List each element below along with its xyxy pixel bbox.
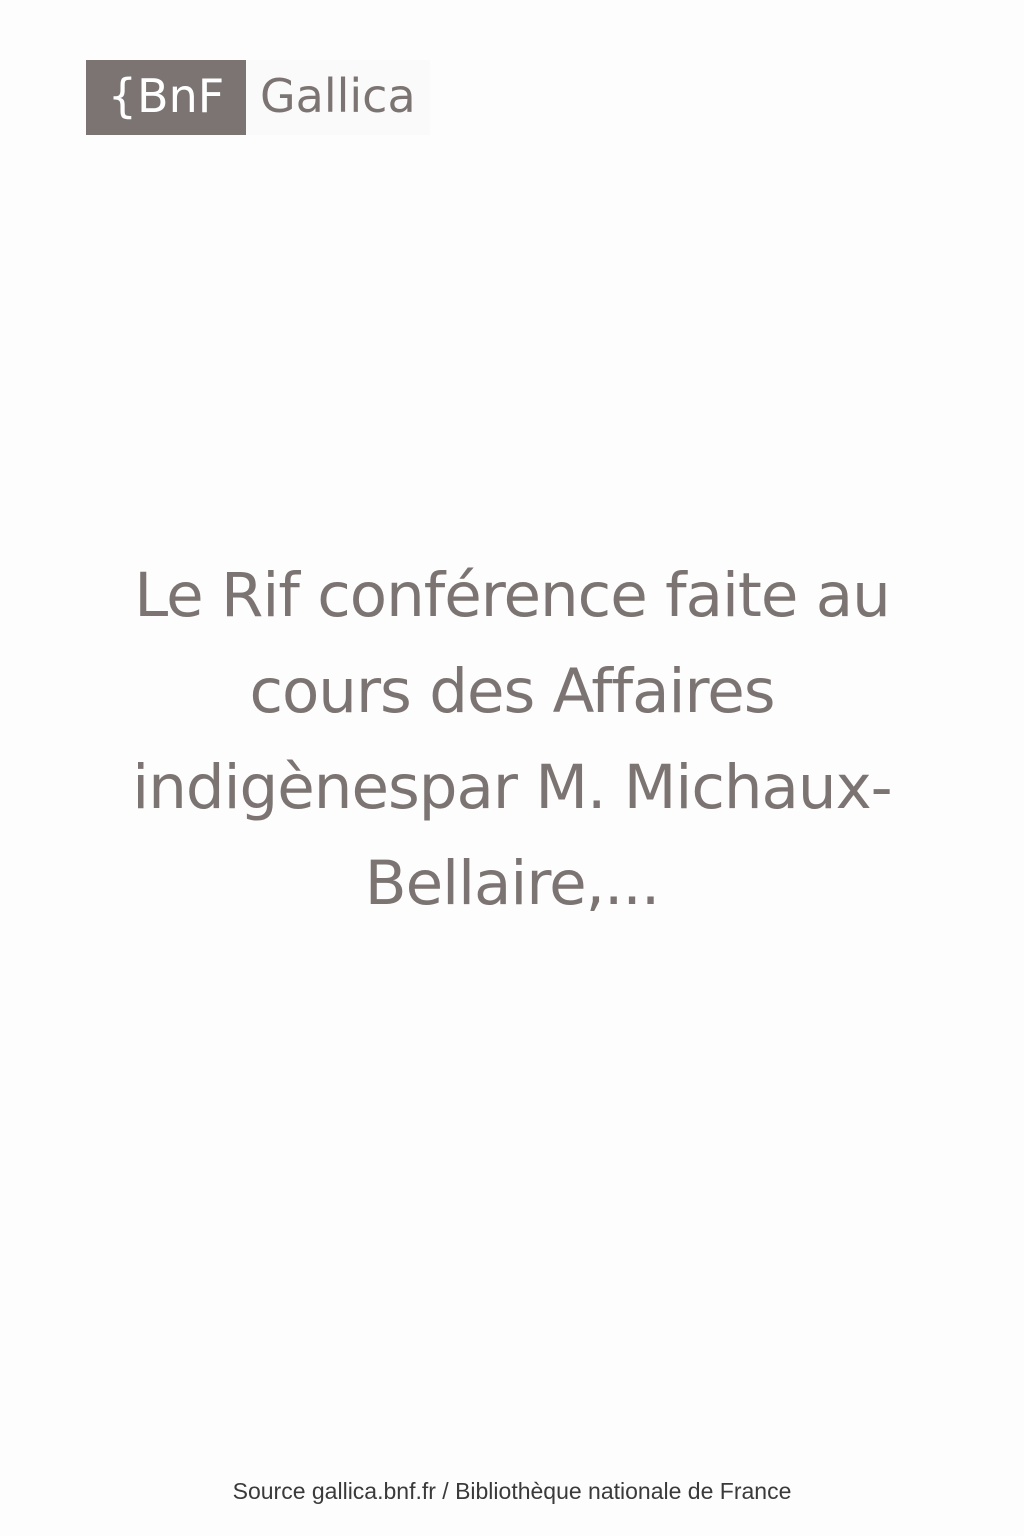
document-title: Le Rif conférence faite au cours des Aff… <box>132 560 892 919</box>
bnf-logo-text: {BnF <box>107 68 225 123</box>
source-footer: Source gallica.bnf.fr / Bibliothèque nat… <box>232 1478 792 1504</box>
bnf-logo-box: {BnF <box>86 60 246 135</box>
gallica-logo: {BnF Gallica <box>86 60 430 135</box>
gallica-logo-text: Gallica <box>246 60 430 135</box>
